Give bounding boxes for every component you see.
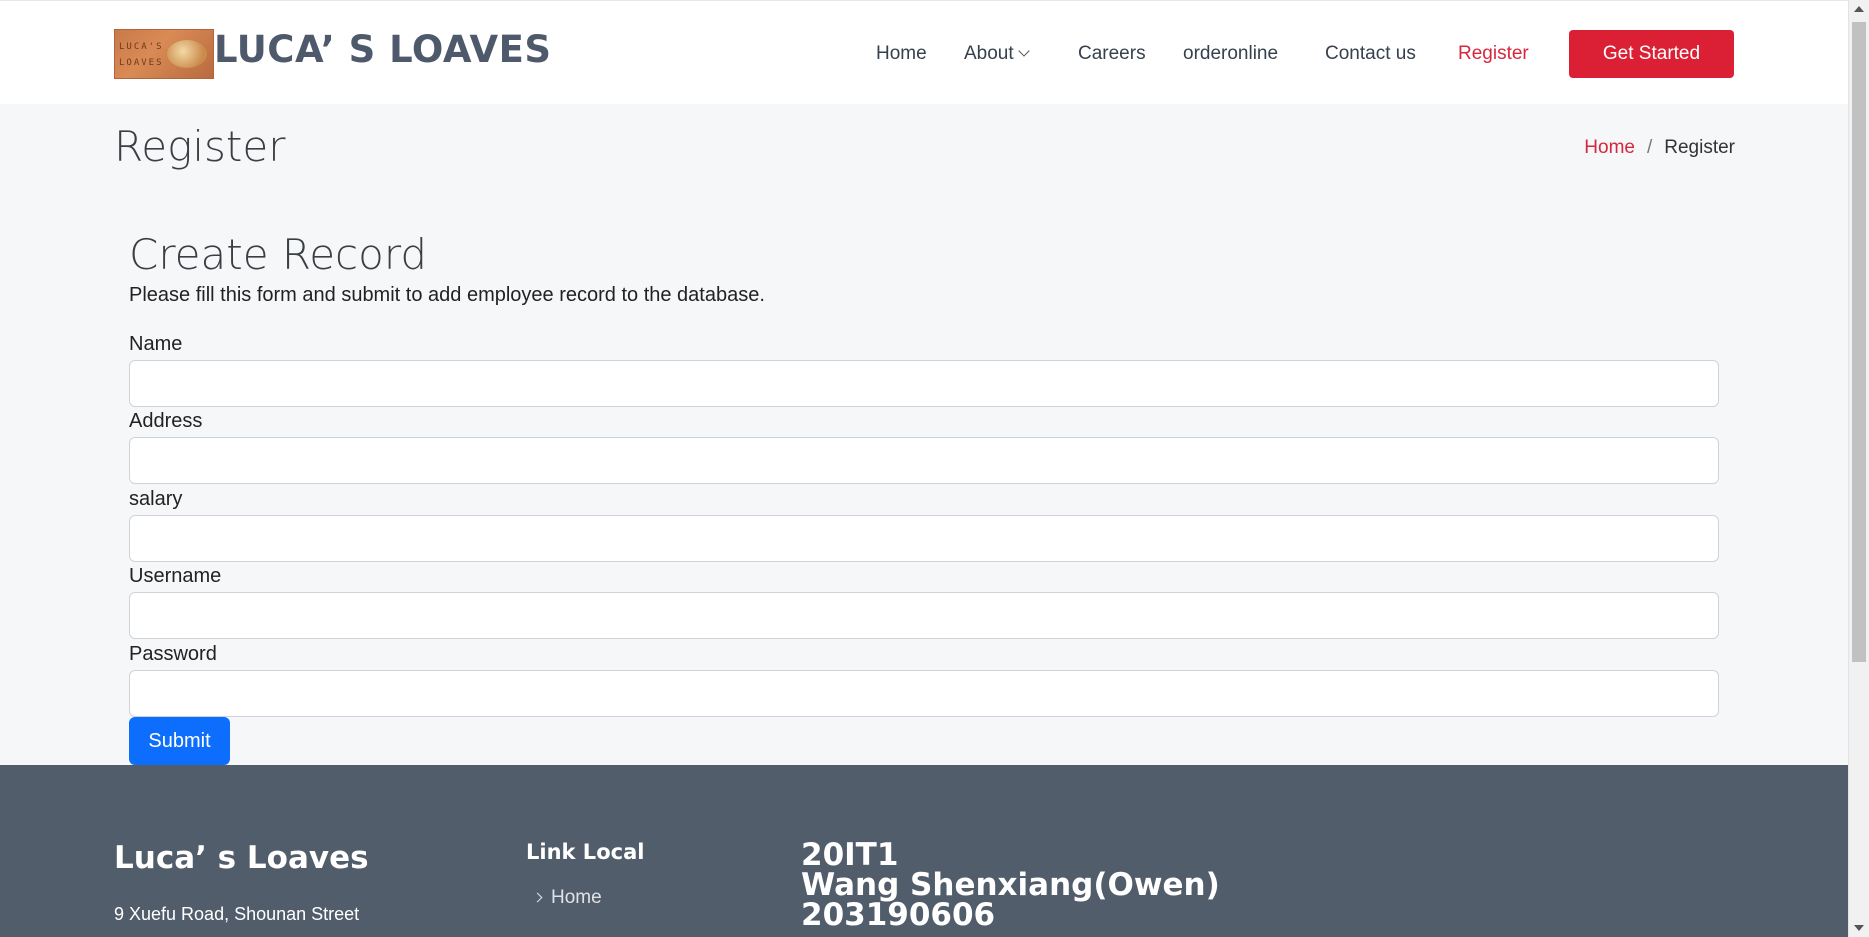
nav-register[interactable]: Register bbox=[1458, 43, 1529, 65]
breadcrumb-separator: / bbox=[1646, 137, 1653, 158]
footer-link-home-label: Home bbox=[551, 887, 602, 908]
footer-brand: Luca’ s Loaves bbox=[114, 840, 369, 876]
salary-label: salary bbox=[129, 488, 183, 510]
page-title: Register bbox=[114, 122, 286, 171]
password-label: Password bbox=[129, 643, 217, 665]
nav-about[interactable]: About bbox=[964, 43, 1030, 65]
password-input[interactable] bbox=[129, 670, 1719, 717]
footer-link-home[interactable]: Home bbox=[532, 887, 602, 909]
footer-class: 20IT1 bbox=[801, 837, 899, 873]
submit-button[interactable]: Submit bbox=[129, 717, 230, 765]
breadcrumb-current: Register bbox=[1664, 137, 1735, 158]
footer-student-info: 20IT1 Wang Shenxiang(Owen) 203190606 bbox=[801, 837, 1220, 933]
nav-about-label: About bbox=[964, 43, 1014, 64]
username-input[interactable] bbox=[129, 592, 1719, 639]
name-label: Name bbox=[129, 333, 183, 355]
scrollbar-thumb[interactable] bbox=[1852, 22, 1866, 662]
get-started-button[interactable]: Get Started bbox=[1569, 30, 1734, 78]
form-description: Please fill this form and submit to add … bbox=[129, 284, 765, 306]
nav-careers[interactable]: Careers bbox=[1078, 43, 1146, 65]
nav-contact[interactable]: Contact us bbox=[1325, 43, 1416, 65]
footer-address: 9 Xuefu Road, Shounan Street bbox=[114, 904, 360, 924]
footer-student-id: 203190606 bbox=[801, 897, 996, 933]
footer-links-title: Link Local bbox=[526, 840, 645, 864]
breadcrumb-home[interactable]: Home bbox=[1584, 137, 1635, 158]
chevron-down-icon bbox=[1017, 45, 1030, 57]
footer-student-name: Wang Shenxiang(Owen) bbox=[801, 867, 1220, 903]
name-input[interactable] bbox=[129, 360, 1719, 407]
vertical-scrollbar[interactable] bbox=[1848, 0, 1869, 937]
nav-orderonline[interactable]: orderonline bbox=[1183, 43, 1278, 65]
address-input[interactable] bbox=[129, 437, 1719, 484]
breadcrumb: Home / Register bbox=[1584, 137, 1735, 159]
nav-home[interactable]: Home bbox=[876, 43, 927, 65]
address-label: Address bbox=[129, 410, 203, 432]
site-footer: Luca’ s Loaves 9 Xuefu Road, Shounan Str… bbox=[0, 765, 1848, 937]
chevron-right-icon bbox=[532, 892, 543, 903]
site-header: LUCA'S LOAVES LUCA’ S LOAVES Home About … bbox=[0, 0, 1848, 104]
username-label: Username bbox=[129, 565, 222, 587]
scroll-down-arrow-icon[interactable] bbox=[1854, 925, 1864, 931]
form-title: Create Record bbox=[129, 230, 428, 279]
salary-input[interactable] bbox=[129, 515, 1719, 562]
scroll-up-arrow-icon[interactable] bbox=[1854, 6, 1864, 12]
